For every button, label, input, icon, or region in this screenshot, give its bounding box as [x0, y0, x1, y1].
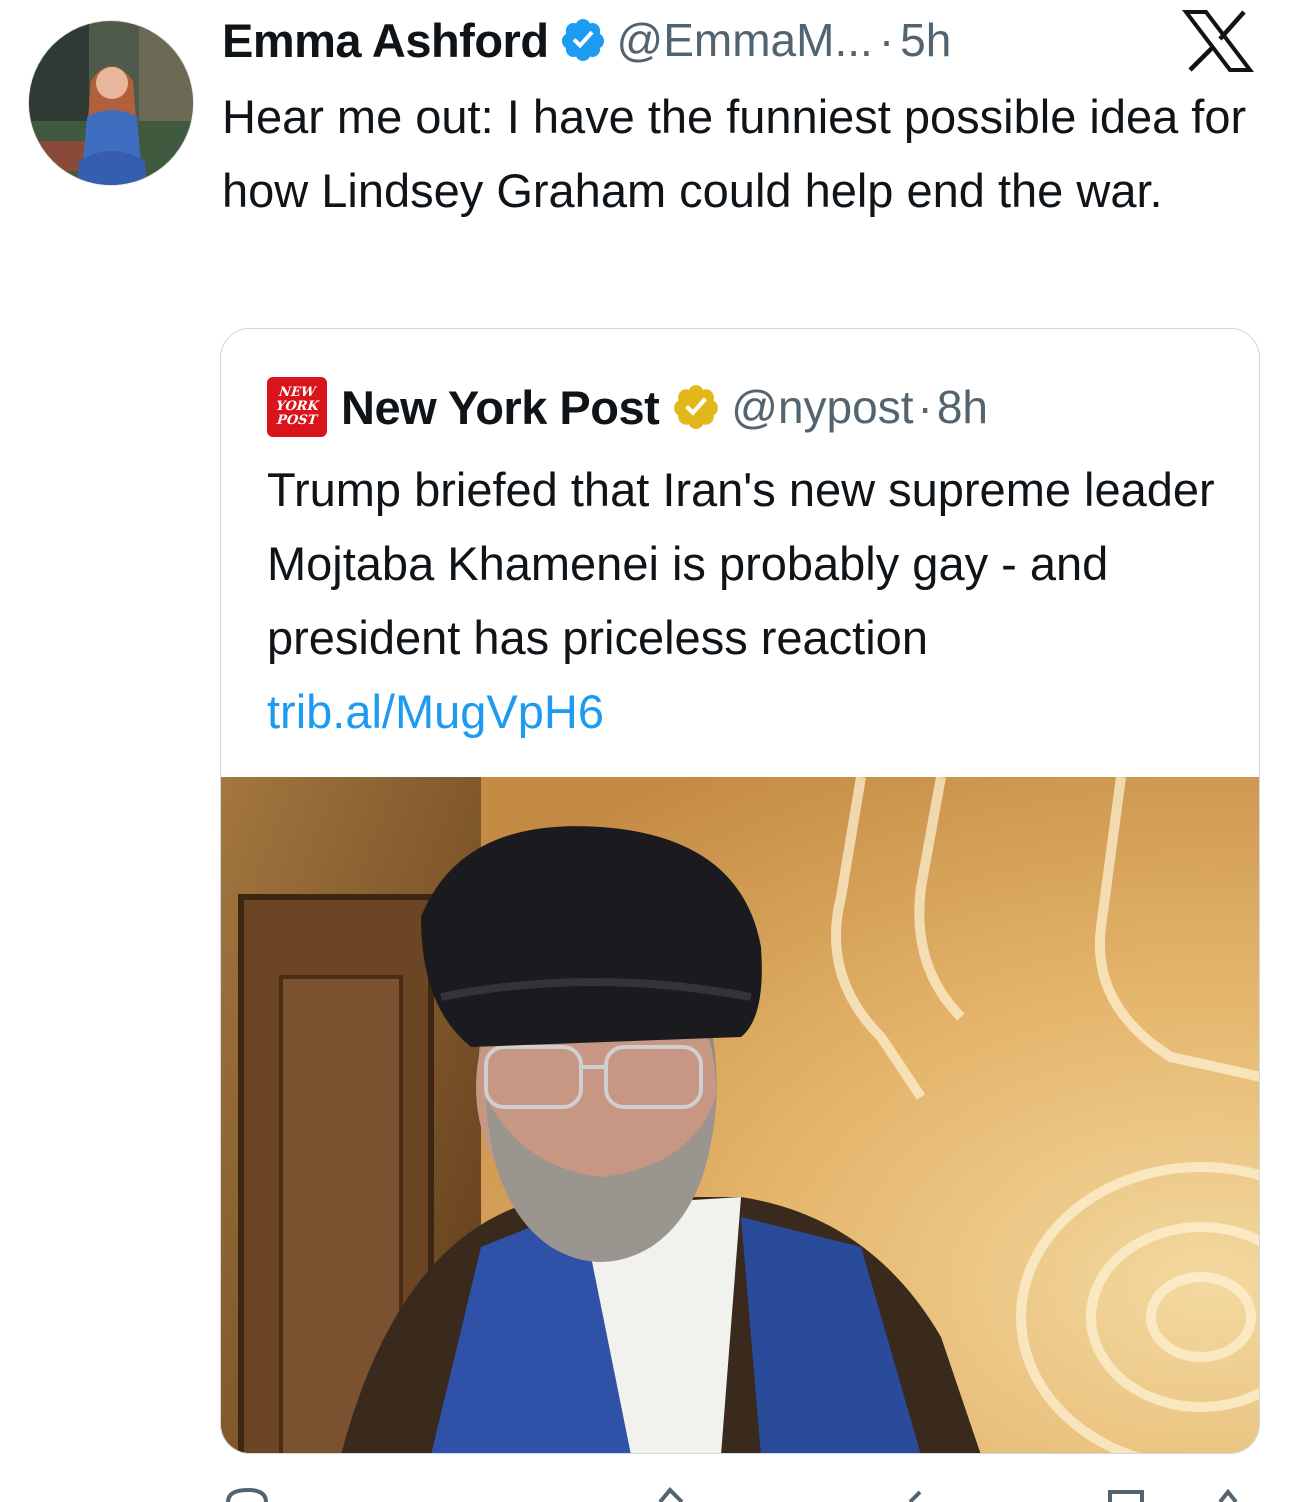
nypost-logo-line: POST: [276, 413, 318, 428]
separator-dot: ·: [917, 381, 933, 433]
share-icon: [1218, 1488, 1238, 1502]
quoted-post-image[interactable]: [221, 777, 1260, 1454]
post-time[interactable]: 5h: [900, 13, 951, 67]
bookmark-icon: [1108, 1490, 1144, 1502]
nypost-logo-line: YORK: [274, 399, 320, 414]
reply-icon: [226, 1487, 268, 1502]
nypost-logo[interactable]: NEW YORK POST: [267, 377, 327, 437]
author-name[interactable]: Emma Ashford: [222, 13, 549, 68]
like-icon: [908, 1490, 922, 1502]
tweet-header: Emma Ashford @EmmaM... · 5h: [222, 10, 1272, 70]
author-avatar[interactable]: [28, 20, 194, 186]
quoted-text-body: Trump briefed that Iran's new supreme le…: [267, 463, 1215, 664]
quoted-post-time[interactable]: 8h: [937, 380, 988, 434]
action-bar: [226, 1487, 1238, 1502]
nypost-logo-line: NEW: [278, 385, 317, 400]
blue-verified-check-icon[interactable]: [559, 16, 607, 64]
gold-verified-check-icon[interactable]: [671, 382, 721, 432]
quoted-author-name[interactable]: New York Post: [341, 380, 660, 435]
quoted-post-card[interactable]: NEW YORK POST New York Post @nypost · 8h…: [220, 328, 1260, 1454]
quoted-post-link[interactable]: trib.al/MugVpH6: [267, 685, 604, 738]
avatar-photo: [29, 21, 193, 185]
author-handle[interactable]: @EmmaM...: [617, 13, 873, 67]
separator-dot: ·: [878, 14, 895, 66]
quoted-post-text: Trump briefed that Iran's new supreme le…: [267, 453, 1227, 749]
tweet-text: Hear me out: I have the funniest possibl…: [222, 90, 1247, 217]
quoted-post-header: NEW YORK POST New York Post @nypost · 8h: [267, 375, 988, 439]
quoted-author-handle[interactable]: @nypost: [731, 380, 913, 434]
x-logo-icon[interactable]: [1180, 8, 1256, 74]
repost-icon: [658, 1487, 684, 1502]
